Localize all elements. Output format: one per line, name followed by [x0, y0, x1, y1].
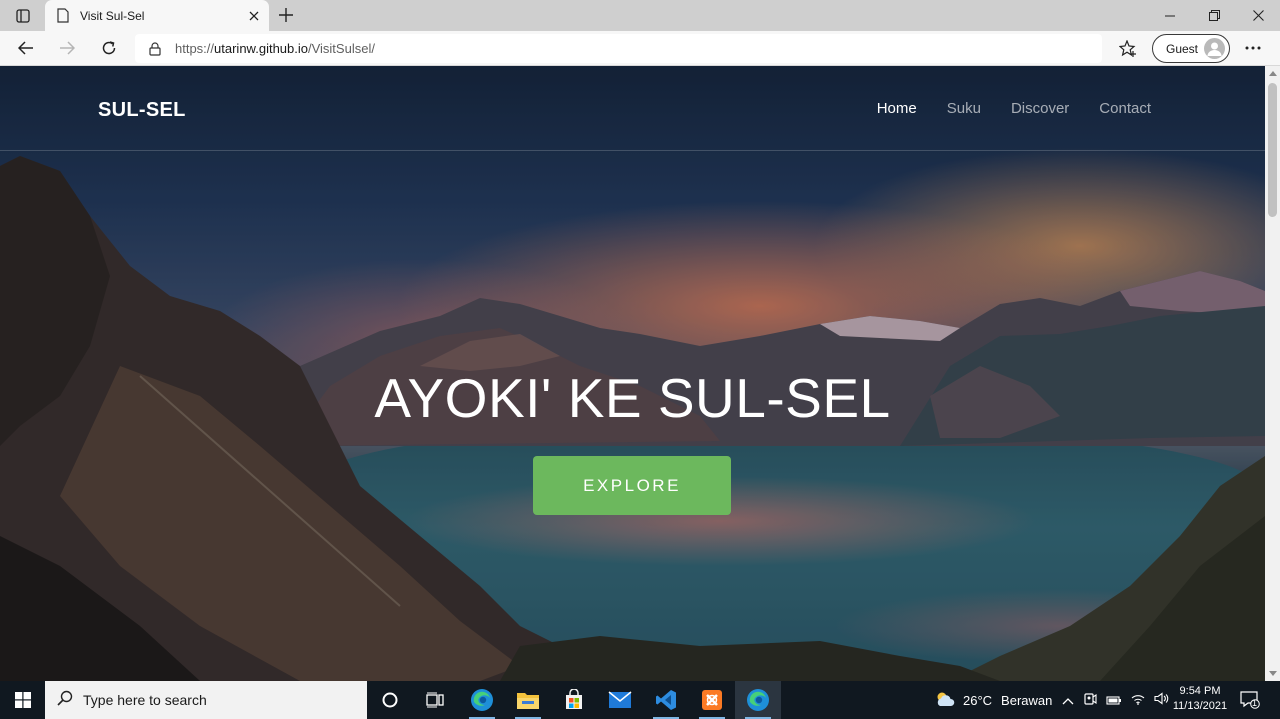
page-scrollbar[interactable]: [1265, 66, 1280, 681]
clock-date: 11/13/2021: [1172, 700, 1228, 712]
nav-contact[interactable]: Contact: [1099, 100, 1151, 117]
refresh-icon[interactable]: [97, 36, 121, 60]
clock-time: 9:54 PM: [1179, 685, 1221, 697]
weather-text: Berawan: [1001, 692, 1053, 708]
lock-icon[interactable]: [149, 41, 161, 56]
cloudy-weather-icon: [934, 691, 956, 710]
battery-icon[interactable]: [1106, 693, 1122, 708]
mail-icon[interactable]: [597, 681, 643, 719]
site-brand[interactable]: SUL-SEL: [98, 99, 186, 122]
nav-menu: Home Suku Discover Contact: [877, 100, 1151, 117]
search-icon: [57, 690, 73, 711]
windows-start-icon[interactable]: [0, 681, 45, 719]
tab-actions-icon[interactable]: [10, 6, 36, 26]
scrollbar-thumb[interactable]: [1268, 83, 1277, 217]
url-prefix: https://: [175, 41, 215, 56]
file-explorer-icon[interactable]: [505, 681, 551, 719]
taskbar-search[interactable]: Type here to search: [45, 681, 367, 719]
taskbar-clock[interactable]: 9:54 PM 11/13/2021: [1168, 684, 1232, 714]
url-text: https://utarinw.github.io/VisitSulsel/: [175, 41, 375, 56]
nav-discover[interactable]: Discover: [1011, 100, 1069, 117]
edge-active-icon[interactable]: [735, 681, 781, 719]
notification-count: 1: [1252, 698, 1258, 708]
edge-icon[interactable]: [459, 681, 505, 719]
restore-icon[interactable]: [1192, 0, 1236, 31]
new-tab-icon[interactable]: [276, 5, 296, 25]
back-icon[interactable]: [14, 36, 38, 60]
task-view-icon[interactable]: [412, 681, 458, 719]
close-window-icon[interactable]: [1236, 0, 1280, 31]
more-icon[interactable]: [1241, 36, 1265, 60]
tab-title: Visit Sul-Sel: [80, 8, 145, 23]
scroll-down-icon[interactable]: [1269, 671, 1277, 676]
cortana-icon[interactable]: [367, 681, 413, 719]
weather-widget[interactable]: 26°C Berawan: [934, 681, 1052, 719]
profile-label: Guest: [1166, 41, 1199, 56]
url-path: /VisitSulsel/: [307, 41, 375, 56]
browser-tabstrip: Visit Sul-Sel: [0, 0, 1280, 31]
address-bar[interactable]: https://utarinw.github.io/VisitSulsel/: [135, 34, 1102, 63]
action-center-icon[interactable]: 1: [1240, 681, 1260, 719]
windows-taskbar: Type here to search 26°C Berawan 9:54 PM…: [0, 681, 1280, 719]
forward-icon[interactable]: [55, 36, 79, 60]
nav-suku[interactable]: Suku: [947, 100, 981, 117]
page-favicon-icon: [57, 8, 70, 23]
tab-close-icon[interactable]: [239, 1, 269, 31]
xampp-icon[interactable]: [689, 681, 735, 719]
scroll-up-icon[interactable]: [1269, 71, 1277, 76]
vscode-icon[interactable]: [643, 681, 689, 719]
avatar-icon: [1204, 38, 1225, 59]
meet-now-icon[interactable]: [1083, 692, 1097, 709]
nav-home[interactable]: Home: [877, 100, 917, 117]
browser-toolbar: https://utarinw.github.io/VisitSulsel/ G…: [0, 31, 1280, 66]
wifi-icon[interactable]: [1131, 693, 1145, 708]
volume-icon[interactable]: [1154, 692, 1169, 708]
hero-title: AYOKI' KE SUL-SEL: [374, 367, 891, 429]
store-icon[interactable]: [551, 681, 597, 719]
window-controls: [1148, 0, 1280, 31]
url-host: utarinw.github.io: [214, 41, 308, 56]
search-placeholder: Type here to search: [83, 692, 207, 708]
weather-temp: 26°C: [963, 692, 993, 708]
system-tray: [1062, 681, 1169, 719]
site-navbar: SUL-SEL Home Suku Discover Contact: [0, 66, 1265, 151]
explore-button[interactable]: EXPLORE: [533, 456, 731, 515]
hero-section: SUL-SEL Home Suku Discover Contact AYOKI…: [0, 66, 1265, 681]
favorites-icon[interactable]: [1116, 36, 1140, 60]
profile-button[interactable]: Guest: [1152, 34, 1230, 63]
minimize-icon[interactable]: [1148, 0, 1192, 31]
browser-tab[interactable]: Visit Sul-Sel: [45, 0, 269, 31]
show-hidden-icons-icon[interactable]: [1062, 693, 1074, 708]
